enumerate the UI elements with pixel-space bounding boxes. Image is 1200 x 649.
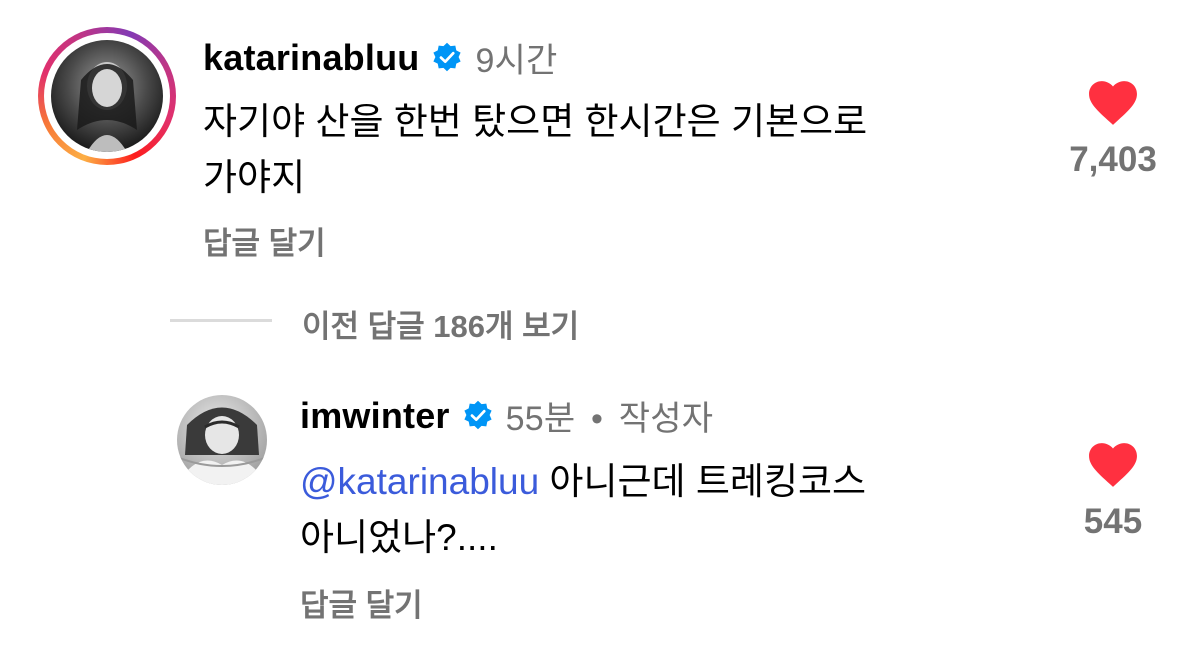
heart-icon[interactable] [1088, 80, 1138, 126]
username[interactable]: katarinabluu [203, 37, 419, 79]
verified-badge-icon [464, 400, 492, 429]
comment-text-fragment: 아니근데 트레킹코스 [539, 461, 867, 502]
comment-header: imwinter 55분 • 작성자 [300, 391, 713, 440]
comment-time: 55분 • 작성자 [506, 391, 714, 440]
comment-text-line: 가야지 [203, 157, 306, 198]
reply-button[interactable]: 답글 달기 [300, 580, 423, 625]
author-tag: 작성자 [618, 400, 714, 438]
avatar-katarinabluu[interactable] [51, 40, 163, 152]
comment-header: katarinabluu 9시간 [203, 33, 558, 82]
like-count: 7,403 [1069, 140, 1157, 179]
divider-line [170, 319, 272, 322]
mention-link[interactable]: @katarinabluu [300, 461, 539, 502]
comment-time-value: 55분 [505, 400, 576, 438]
like-count: 545 [1083, 502, 1143, 541]
comments-screen: katarinabluu 9시간 자기야 산을 한번 탔으면 한시간은 기본으로… [0, 0, 1200, 649]
like-block: 7,403 [1058, 80, 1168, 180]
comment-text: @katarinabluu 아니근데 트레킹코스 아니었나?.... [300, 454, 866, 566]
comment-text-line: 아니었나?.... [300, 517, 498, 558]
meta-separator: • [591, 400, 604, 438]
comment-text: 자기야 산을 한번 탔으면 한시간은 기본으로 가야지 [203, 94, 867, 206]
comment-text-line: @katarinabluu 아니근데 트레킹코스 [300, 454, 866, 510]
like-block: 545 [1058, 442, 1168, 542]
view-previous-replies[interactable]: 이전 답글 186개 보기 [302, 301, 579, 346]
username[interactable]: imwinter [300, 395, 450, 437]
avatar-imwinter[interactable] [177, 395, 267, 485]
heart-icon[interactable] [1088, 442, 1138, 488]
reply-button[interactable]: 답글 달기 [203, 218, 326, 263]
comment-time: 9시간 [475, 42, 558, 80]
comment-text-line: 자기야 산을 한번 탔으면 한시간은 기본으로 [203, 101, 868, 142]
verified-badge-icon [433, 42, 462, 71]
